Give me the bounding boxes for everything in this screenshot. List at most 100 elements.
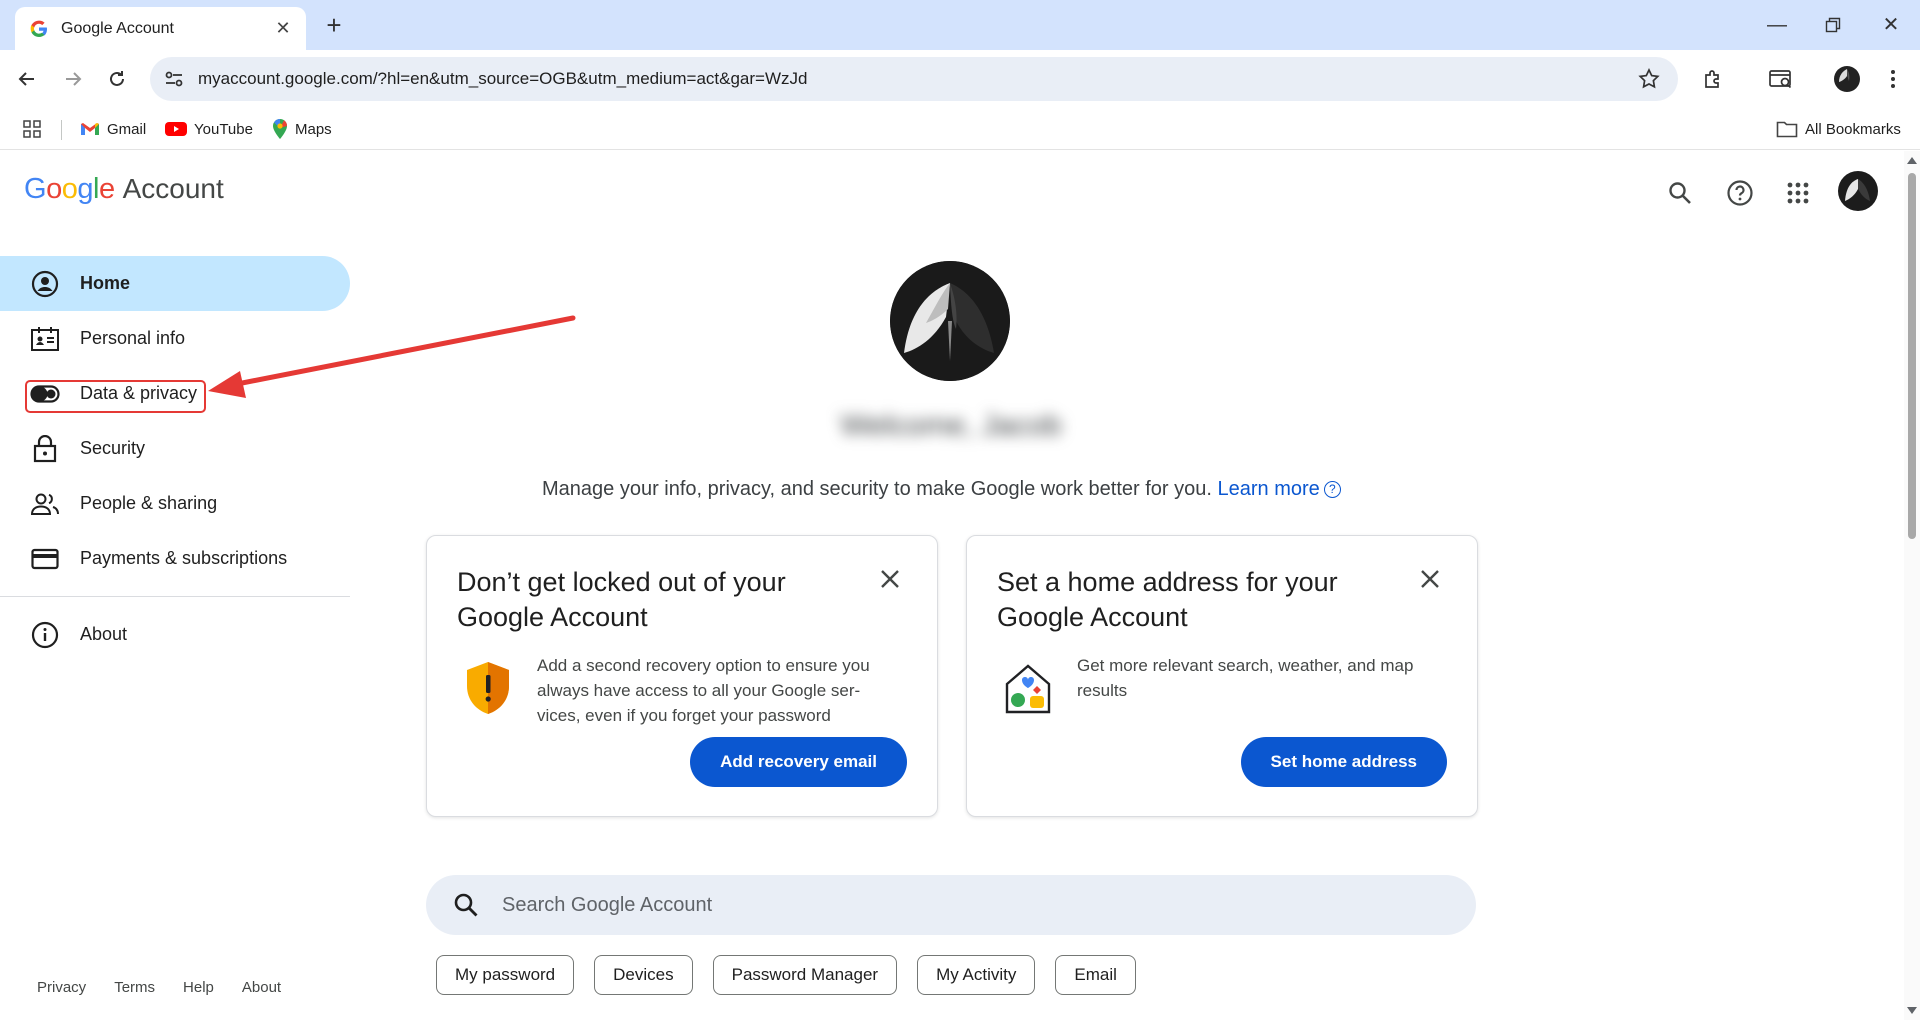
google-favicon-icon [30, 20, 47, 37]
restore-button[interactable] [1808, 8, 1858, 42]
home-address-card: Set a home address for your Google Accou… [966, 535, 1478, 817]
scrollbar-thumb[interactable] [1908, 173, 1916, 539]
page-scrollbar[interactable] [1904, 151, 1920, 1020]
profile-button[interactable] [1830, 62, 1864, 96]
search-icon [1669, 182, 1691, 204]
card-body: Get more relevant search, weather, and m… [1077, 656, 1414, 700]
bookmark-star-icon[interactable] [1634, 67, 1664, 91]
card-title: Don’t get locked out of your Google Acco… [457, 567, 786, 632]
folder-icon [1776, 121, 1798, 138]
recovery-card: Don’t get locked out of your Google Acco… [426, 535, 938, 817]
browser-tab[interactable]: Google Account ✕ [15, 7, 306, 50]
url-text[interactable]: myaccount.google.com/?hl=en&utm_source=O… [198, 69, 1634, 89]
help-circle-icon[interactable]: ? [1323, 481, 1341, 499]
google-account-logo[interactable]: Google Account [24, 173, 224, 206]
sidebar-divider [0, 596, 350, 597]
scroll-down-arrow-icon[interactable] [1907, 1007, 1917, 1014]
home-address-icon [1005, 664, 1051, 714]
quick-links: My password Devices Password Manager My … [436, 955, 1136, 995]
chip-password-manager[interactable]: Password Manager [712, 955, 898, 995]
minimize-button[interactable]: — [1752, 8, 1802, 42]
search-input[interactable] [502, 893, 1402, 917]
footer-help-link[interactable]: Help [183, 979, 214, 996]
bookmark-label: Gmail [107, 120, 147, 138]
sidebar-item-payments[interactable]: Payments & subscriptions [0, 531, 350, 586]
account-search-bar[interactable] [426, 875, 1476, 935]
sidebar-item-home[interactable]: Home [0, 256, 350, 311]
footer-terms-link[interactable]: Terms [114, 979, 155, 996]
google-account-page: Google Account Home Personal info Data &… [0, 151, 1904, 1020]
sidebar-item-label: Personal info [80, 328, 186, 348]
chip-my-password[interactable]: My password [436, 955, 575, 995]
sidebar-item-security[interactable]: Security [0, 421, 350, 476]
welcome-heading: Welcome, Jacob [840, 409, 1062, 442]
restore-icon [1825, 17, 1841, 33]
maps-icon [273, 119, 288, 139]
profile-avatar-icon [1834, 66, 1860, 92]
bookmark-maps[interactable]: Maps [272, 116, 332, 142]
close-icon[interactable] [1417, 566, 1443, 592]
bookmark-divider [61, 120, 62, 140]
bookmark-youtube[interactable]: YouTube [165, 116, 253, 142]
reload-icon [110, 71, 124, 86]
chip-devices[interactable]: Devices [594, 955, 693, 995]
card-title: Set a home address for your Google Accou… [997, 567, 1338, 632]
google-apps-button[interactable] [1778, 173, 1818, 213]
google-wordmark: Google [24, 173, 115, 205]
account-avatar-large[interactable] [890, 261, 1010, 381]
sidebar-item-label: People & sharing [80, 493, 218, 513]
sidebar-item-label: Security [80, 438, 146, 458]
tab-strip: Google Account ✕ + — ✕ [0, 0, 1920, 50]
account-avatar-small[interactable] [1838, 171, 1878, 211]
annotation-highlight-box [25, 380, 206, 413]
sidebar-item-label: About [80, 624, 128, 644]
chip-email[interactable]: Email [1055, 955, 1136, 995]
learn-more-link[interactable]: Learn more [1218, 478, 1320, 500]
set-home-address-button[interactable]: Set home address [1240, 737, 1447, 787]
site-info-icon[interactable] [162, 67, 186, 91]
gmail-icon [81, 123, 99, 135]
back-arrow-icon [18, 72, 34, 86]
lock-icon [30, 434, 60, 464]
logo-account-text: Account [122, 173, 224, 204]
footer-about-link[interactable]: About [242, 979, 281, 996]
all-bookmarks-button[interactable]: All Bookmarks [1776, 116, 1901, 142]
add-recovery-email-button[interactable]: Add recovery email [690, 737, 907, 787]
browser-toolbar: myaccount.google.com/?hl=en&utm_source=O… [0, 50, 1920, 108]
header-help-button[interactable] [1720, 173, 1760, 213]
avatar-wings-icon [1838, 171, 1878, 211]
tab-search-button[interactable] [1764, 62, 1798, 96]
sidebar-item-about[interactable]: About [0, 607, 350, 662]
footer-privacy-link[interactable]: Privacy [37, 979, 86, 996]
bookmark-label: Maps [295, 120, 332, 138]
sidebar-item-label: Home [80, 273, 131, 293]
reload-button[interactable] [100, 62, 134, 96]
close-window-button[interactable]: ✕ [1866, 8, 1916, 42]
extensions-button[interactable] [1696, 62, 1730, 96]
forward-button[interactable] [56, 62, 90, 96]
bookmarks-bar: Gmail YouTube Maps All Bookmarks [0, 108, 1920, 150]
footer-links: Privacy Terms Help About [37, 979, 281, 996]
chip-my-activity[interactable]: My Activity [917, 955, 1036, 995]
bookmark-gmail[interactable]: Gmail [80, 116, 146, 142]
avatar-wings-icon [890, 261, 1010, 381]
header-search-button[interactable] [1660, 173, 1700, 213]
sidebar-item-people-sharing[interactable]: People & sharing [0, 476, 350, 531]
card-icon [30, 544, 60, 574]
back-button[interactable] [10, 62, 44, 96]
all-bookmarks-label: All Bookmarks [1805, 120, 1901, 138]
card-body: Add a second recovery option to ensure y… [537, 656, 870, 725]
close-icon[interactable] [877, 566, 903, 592]
sidebar-nav: Home Personal info Data & privacy Securi… [0, 256, 350, 662]
sidebar-item-personal-info[interactable]: Personal info [0, 311, 350, 366]
address-bar[interactable]: myaccount.google.com/?hl=en&utm_source=O… [150, 57, 1678, 101]
apps-shortcut[interactable] [22, 116, 49, 142]
browser-menu-button[interactable] [1876, 62, 1910, 96]
sidebar-item-label: Payments & subscriptions [80, 548, 288, 568]
tab-close-icon[interactable]: ✕ [272, 18, 294, 39]
puzzle-icon [1705, 70, 1719, 88]
bookmark-label: YouTube [194, 120, 253, 138]
new-tab-button[interactable]: + [318, 10, 350, 42]
apps-grid-icon [23, 120, 41, 138]
scroll-up-arrow-icon[interactable] [1907, 157, 1917, 164]
